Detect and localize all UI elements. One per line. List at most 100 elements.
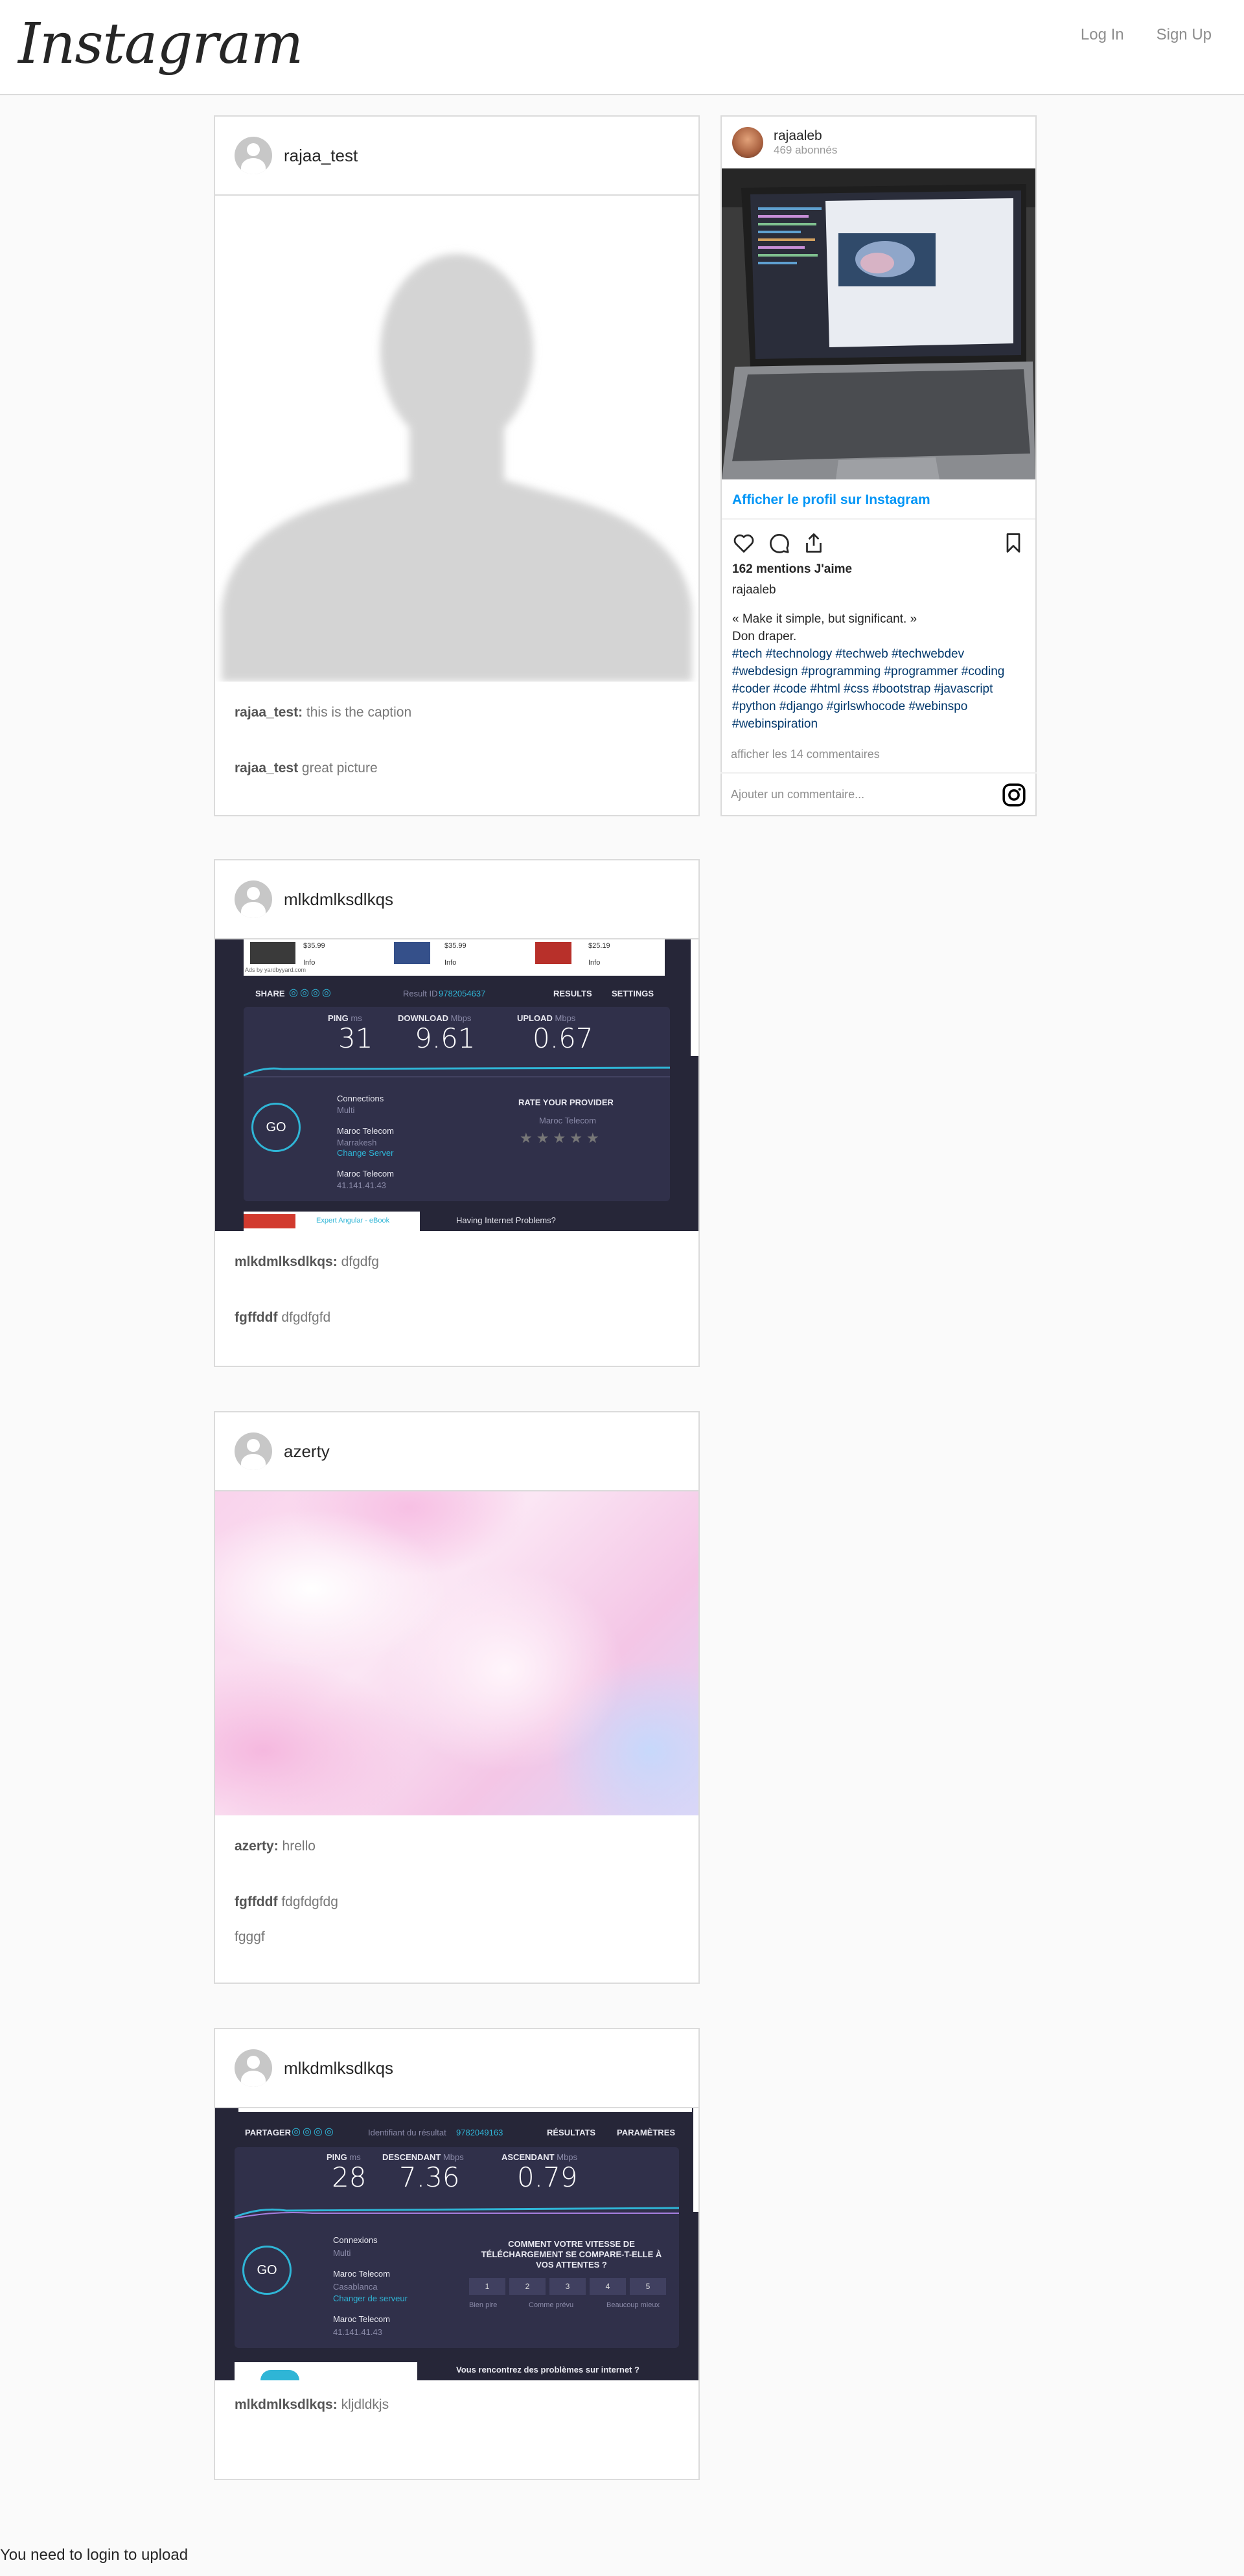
rate-provider-label: RATE YOUR PROVIDER (518, 1098, 614, 1107)
ping-value: 31 (338, 1022, 373, 1054)
post-image[interactable]: PARTAGER ◎◎◎◎ Identifiant du résultat 97… (215, 2108, 698, 2380)
post-username[interactable]: mlkdmlksdlkqs (284, 2058, 393, 2078)
rating-scale-low: Bien pire (469, 2301, 498, 2309)
post-image[interactable] (215, 196, 698, 682)
change-server-link[interactable]: Changer de serveur (333, 2294, 408, 2303)
problem-text[interactable]: Vous rencontrez des problèmes sur intern… (456, 2365, 639, 2375)
star-icon[interactable]: ★ (520, 1130, 536, 1146)
comment-username[interactable]: rajaa_test (235, 761, 298, 776)
comment-username[interactable]: fgffddf (235, 1894, 277, 1909)
post-image[interactable] (215, 1491, 698, 1815)
download-value: 7.36 (399, 2161, 460, 2193)
user-avatar[interactable] (235, 137, 272, 174)
change-server-link[interactable]: Change Server (337, 1148, 393, 1158)
share-icons[interactable]: ◎◎◎◎ (292, 2125, 336, 2138)
caption-username[interactable]: mlkdmlksdlkqs: (235, 1254, 338, 1269)
ip-address: 41.141.41.43 (337, 1180, 386, 1190)
post-username[interactable]: mlkdmlksdlkqs (284, 890, 393, 910)
speed-graph (235, 2207, 679, 2219)
ad-thumbnail (394, 942, 430, 964)
ad-banner: Expert Angular - eBook (244, 1212, 420, 1231)
divider (722, 518, 1035, 520)
go-button[interactable]: GO (251, 1103, 301, 1152)
connections-value[interactable]: Multi (333, 2248, 351, 2258)
comment-username[interactable]: fgffddf (235, 1310, 277, 1325)
ad-edge (693, 2108, 698, 2212)
upload-label: UPLOAD Mbps (517, 1013, 576, 1023)
bookmark-icon[interactable] (1002, 531, 1025, 555)
share-label[interactable]: SHARE (255, 989, 285, 998)
likes-count[interactable]: 162 mentions J'aime (732, 562, 852, 577)
result-id[interactable]: 9782049163 (456, 2128, 503, 2137)
ad-thumbnail (260, 2370, 299, 2380)
comment-text: fgggf (235, 1929, 265, 1944)
rating-option[interactable]: 3 (549, 2278, 586, 2295)
connections-label: Connexions (333, 2235, 378, 2245)
user-avatar[interactable] (235, 880, 272, 918)
login-link[interactable]: Log In (1081, 26, 1124, 44)
problem-text[interactable]: Having Internet Problems? (456, 1215, 556, 1225)
post-username[interactable]: azerty (284, 1442, 330, 1462)
star-icon[interactable]: ★ (536, 1130, 553, 1146)
results-link[interactable]: RESULTS (553, 989, 592, 998)
heart-icon[interactable] (732, 531, 755, 555)
rate-question: COMMENT VOTRE VITESSE DE TÉLÉCHARGEMENT … (481, 2239, 662, 2270)
star-icon[interactable]: ★ (553, 1130, 570, 1146)
comment: rajaa_test great picture (215, 761, 698, 776)
rating-option[interactable]: 1 (469, 2278, 505, 2295)
view-profile-link[interactable]: Afficher le profil sur Instagram (732, 492, 930, 508)
share-label[interactable]: PARTAGER (245, 2128, 291, 2137)
ad-thumbnail (250, 942, 295, 964)
share-icons[interactable]: ◎◎◎◎ (289, 986, 333, 999)
results-link[interactable]: RÉSULTATS (547, 2128, 595, 2137)
ad-info: Info (444, 959, 457, 967)
comment-text: great picture (301, 761, 378, 776)
user-avatar[interactable] (235, 2049, 272, 2087)
caption-text: dfgdfg (341, 1254, 379, 1269)
post-image[interactable]: $35.99 Info $35.99 Info $25.19 Info Ads … (215, 939, 698, 1231)
star-icon[interactable]: ★ (586, 1130, 603, 1146)
result-id[interactable]: 9782054637 (439, 989, 485, 998)
hashtags[interactable]: #tech #technology #techweb #techwebdev #… (732, 645, 1030, 733)
rating-stars[interactable]: ★★★★★ (520, 1130, 603, 1147)
instagram-icon[interactable] (1002, 783, 1026, 807)
embed-username[interactable]: rajaaleb (774, 128, 837, 144)
user-avatar[interactable] (235, 1432, 272, 1470)
post-card: mlkdmlksdlkqs PARTAGER ◎◎◎◎ Identifiant … (214, 2028, 700, 2480)
connections-value[interactable]: Multi (337, 1105, 354, 1115)
rating-scale-high: Beaucoup mieux (606, 2301, 660, 2309)
share-icon[interactable] (802, 531, 825, 555)
settings-link[interactable]: PARAMÈTRES (617, 2128, 675, 2137)
post-card: mlkdmlksdlkqs $35.99 Info $35.99 Info $2… (214, 859, 700, 1367)
post-header: rajaa_test (215, 117, 698, 196)
caption-text: hrello (282, 1839, 316, 1854)
caption-username[interactable]: mlkdmlksdlkqs: (235, 2397, 338, 2412)
post-username[interactable]: rajaa_test (284, 146, 358, 166)
caption-username[interactable]: azerty: (235, 1839, 279, 1854)
add-comment-input[interactable]: Ajouter un commentaire... (731, 788, 864, 801)
embed-photo[interactable] (722, 168, 1035, 479)
ad-price: $35.99 (444, 942, 466, 950)
host-name: Maroc Telecom (333, 2314, 390, 2324)
result-id-label: Result ID (403, 989, 438, 998)
caption-username[interactable]: rajaa_test: (235, 705, 303, 720)
ad-banner (235, 2362, 417, 2380)
rating-option[interactable]: 4 (590, 2278, 626, 2295)
comment: fgffddf fdgfdgfdg (215, 1894, 698, 1910)
go-button[interactable]: GO (242, 2246, 292, 2295)
view-comments-link[interactable]: afficher les 14 commentaires (731, 748, 880, 761)
comment-icon[interactable] (767, 531, 790, 555)
signup-link[interactable]: Sign Up (1157, 26, 1212, 44)
settings-link[interactable]: SETTINGS (612, 989, 654, 998)
divider (720, 772, 1037, 774)
instagram-logo[interactable]: Instagram (18, 12, 303, 76)
rating-option[interactable]: 2 (509, 2278, 546, 2295)
embed-avatar[interactable] (732, 127, 763, 158)
laptop-photo (722, 168, 1035, 479)
server-city: Casablanca (333, 2282, 378, 2292)
star-icon[interactable]: ★ (570, 1130, 586, 1146)
caption-username[interactable]: rajaaleb (732, 583, 776, 597)
rating-option[interactable]: 5 (630, 2278, 666, 2295)
ad-title[interactable]: Expert Angular - eBook (316, 1217, 389, 1225)
ad-banner: $35.99 Info $35.99 Info $25.19 Info Ads … (244, 939, 665, 976)
